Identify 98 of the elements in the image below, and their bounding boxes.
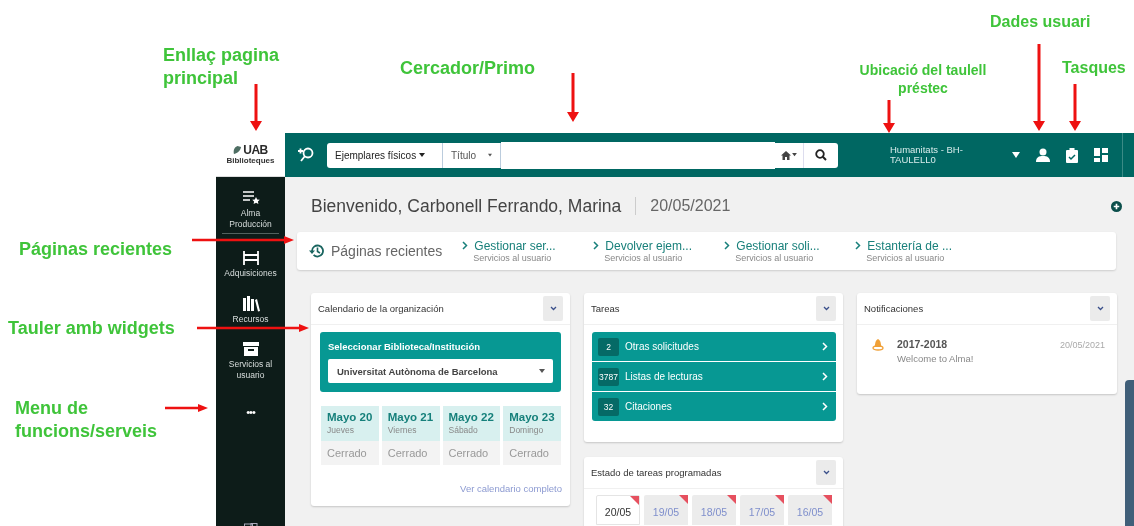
flag-corner-icon	[775, 495, 784, 504]
books-icon	[241, 294, 260, 312]
recent-pages-title: Páginas recientes	[331, 243, 443, 259]
day-status: Cerrado	[321, 441, 379, 465]
sidebar-item[interactable]: Adquisiciones	[216, 249, 285, 279]
day-date: Mayo 21	[387, 411, 434, 423]
task-row[interactable]: 2 Otras solicitudes	[592, 332, 836, 361]
chevron-right-icon	[822, 342, 828, 351]
recent-page-section: Servicios al usuario	[462, 253, 594, 263]
caret-icon	[419, 152, 426, 158]
arrow-annotation	[250, 84, 262, 131]
flag-corner-icon	[823, 495, 832, 504]
location-label[interactable]: Humanitats - BH-TAULELL0	[890, 145, 980, 165]
day-date: Mayo 23	[509, 411, 555, 423]
task-count: 2	[598, 337, 619, 356]
recent-page-section: Servicios al usuario	[724, 253, 856, 263]
search-button[interactable]	[804, 142, 838, 168]
annotation-label: Ubicació del taulell préstec	[858, 61, 988, 98]
notification-message: Welcome to Alma!	[897, 353, 974, 364]
annotation-label: Páginas recientes	[19, 238, 173, 261]
day-weekday: Domingo	[509, 425, 545, 435]
day-weekday: Sábado	[448, 425, 479, 435]
day-date: Mayo 20	[327, 411, 373, 423]
widgets-grid-icon[interactable]	[1094, 148, 1108, 162]
current-date: 20/05/2021	[650, 197, 731, 215]
home-logo-link[interactable]: UAB Biblioteques	[216, 133, 285, 177]
notification-date: 20/05/2021	[1059, 339, 1105, 350]
task-count: 3787	[598, 367, 619, 386]
annotation-label: Menu de funcions/serveis	[15, 397, 159, 444]
day-status: Cerrado	[503, 441, 561, 465]
selector-label: Seleccionar Biblioteca/Institución	[328, 341, 482, 352]
archive-box-icon	[241, 340, 260, 357]
task-row[interactable]: 3787 Listas de lecturas	[592, 362, 836, 391]
task-row[interactable]: 32 Citaciones	[592, 392, 836, 421]
annotation-label: Enllaç pagina principal	[163, 44, 281, 91]
sidebar-item[interactable]: Alma Producción	[216, 189, 285, 229]
search-field[interactable]	[501, 141, 775, 169]
flag-corner-icon	[630, 496, 639, 505]
caret-icon	[539, 369, 545, 373]
search-icon	[815, 149, 827, 161]
chevron-down-icon	[1096, 306, 1104, 311]
sidebar-item[interactable]: Recursos	[216, 294, 285, 324]
day-date: Mayo 22	[448, 411, 495, 423]
chevron-right-icon	[822, 372, 828, 381]
caret-icon	[792, 153, 797, 157]
caret-icon[interactable]	[1012, 152, 1020, 158]
add-circle-icon[interactable]	[1111, 200, 1122, 212]
date-tab[interactable]: 20/05	[596, 495, 640, 525]
chevron-icon	[724, 241, 731, 250]
annotation-label: Tasques	[1062, 58, 1126, 78]
list-star-icon	[241, 189, 260, 206]
welcome-heading: Bienvenido, Carbonell Ferrando, Marina	[311, 195, 622, 217]
add-search-icon[interactable]	[297, 147, 315, 163]
clipboard-check-icon[interactable]	[1066, 147, 1078, 163]
more-menu-button[interactable]: •••	[216, 406, 285, 418]
user-icon[interactable]	[1036, 148, 1050, 162]
arrow-annotation	[883, 100, 895, 133]
day-weekday: Jueves	[327, 425, 355, 435]
notification-title: 2017-2018	[897, 338, 949, 350]
flag-corner-icon	[679, 495, 688, 504]
chevron-down-icon	[549, 306, 557, 311]
home-dropdown[interactable]	[775, 142, 804, 168]
day-status: Cerrado	[381, 441, 440, 465]
recent-page-section: Servicios al usuario	[593, 253, 725, 263]
recent-page-section: Servicios al usuario	[855, 253, 987, 263]
chevron-right-icon	[822, 402, 828, 411]
library-dropdown[interactable]: Universitat Autònoma de Barcelona	[328, 359, 553, 383]
annotation-label: Cercador/Primo	[400, 57, 536, 80]
day-status: Cerrado	[442, 441, 501, 465]
recent-page-link[interactable]: Gestionar soli...	[724, 239, 856, 253]
chevron-icon	[855, 241, 862, 250]
search-field-dropdown[interactable]: Título	[443, 142, 501, 168]
widget-title: Notificaciones	[864, 303, 924, 314]
history-icon	[309, 243, 325, 259]
chevron-icon	[462, 241, 469, 250]
caret-icon	[488, 152, 492, 158]
recent-page-link[interactable]: Devolver ejem...	[593, 239, 725, 253]
annotation-label: Tauler amb widgets	[8, 317, 175, 340]
widget-title: Calendario de la organización	[318, 303, 444, 314]
chevron-icon	[593, 241, 600, 250]
day-weekday: Viernes	[387, 425, 418, 435]
bell-icon	[872, 338, 884, 351]
recent-page-link[interactable]: Estantería de ...	[855, 239, 987, 253]
sidebar-item[interactable]: Servicios al usuario	[216, 340, 285, 380]
chevron-down-icon	[822, 306, 830, 311]
task-count: 32	[598, 397, 619, 416]
recent-page-link[interactable]: Gestionar ser...	[462, 239, 594, 253]
chevron-down-icon	[822, 470, 830, 475]
arrow-annotation	[1069, 84, 1081, 131]
arrow-annotation	[567, 73, 579, 122]
annotation-label: Dades usuari	[990, 12, 1091, 32]
arrow-annotation	[165, 404, 208, 412]
widget-title: Estado de tareas programadas	[591, 467, 722, 478]
leaf-logo-icon	[233, 145, 243, 155]
widget-title: Tareas	[591, 303, 620, 314]
flag-corner-icon	[727, 495, 736, 504]
search-scope-dropdown[interactable]: Ejemplares físicos	[327, 142, 443, 168]
home-icon	[781, 150, 791, 160]
